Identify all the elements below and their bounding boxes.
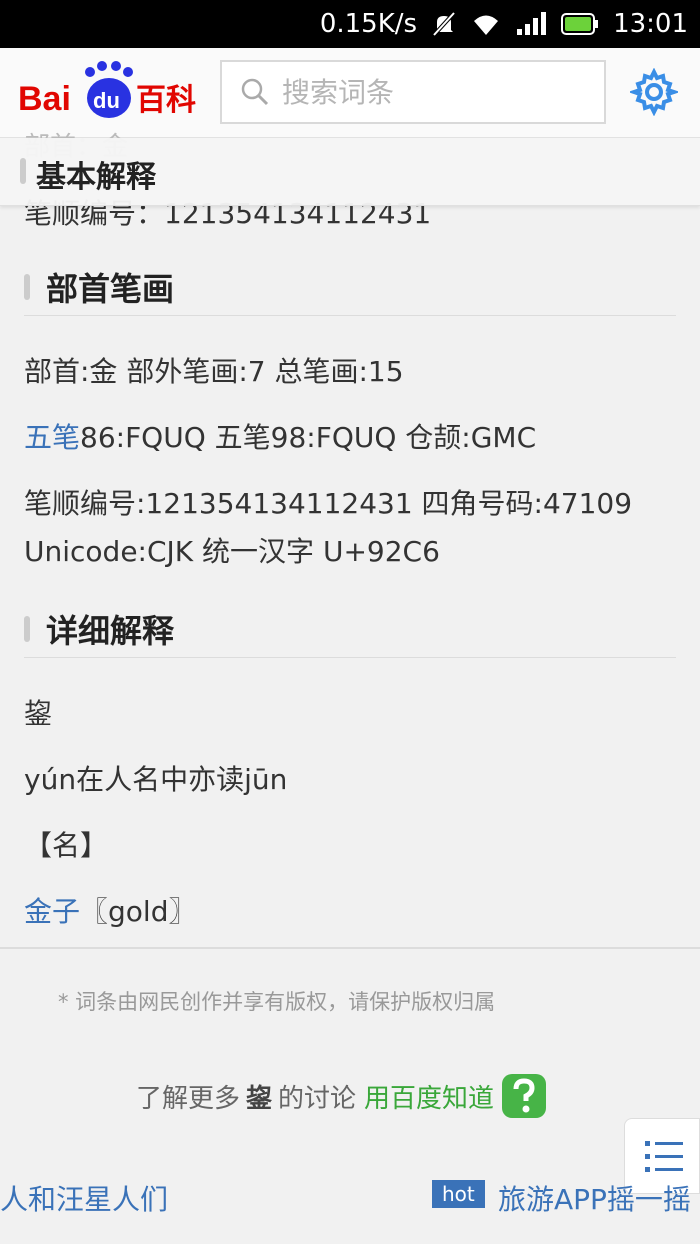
section-marker — [20, 158, 26, 184]
sticky-section-header[interactable]: 基本解释 — [0, 138, 700, 206]
section-title: 详细解释 — [46, 612, 175, 650]
section-marker — [24, 616, 30, 642]
settings-gear-icon[interactable] — [630, 68, 678, 116]
svg-text:du: du — [93, 88, 120, 113]
section-marker — [24, 274, 30, 300]
svg-text:百科: 百科 — [136, 83, 196, 118]
wifi-icon — [471, 11, 501, 37]
stroke-order-info: 笔顺编号:121354134112431 四角号码:47109 — [24, 487, 633, 520]
news-ticker[interactable]: 人和汪星人们 hot 旅游APP摇一摇 — [0, 1168, 700, 1228]
app-header: Bai du 百科 — [0, 48, 700, 138]
part-of-speech: 【名】 — [24, 829, 109, 862]
section-header-detail: 详细解释 — [24, 598, 676, 658]
hot-badge: hot — [432, 1180, 485, 1208]
copyright-notice: * 词条由网民创作并享有版权，请保护版权归属 — [58, 990, 496, 1014]
zhidao-keyword: 鋆 — [246, 1083, 273, 1114]
meaning: 金子〖gold〗 — [24, 890, 196, 930]
pinyin: yún在人名中亦读jūn — [24, 763, 288, 796]
svg-text:Bai: Bai — [18, 80, 71, 118]
zhidao-question-icon[interactable] — [500, 1072, 548, 1120]
meaning-link[interactable]: 金子 — [24, 895, 80, 928]
ticker-left-item[interactable]: 人和汪星人们 — [0, 1178, 168, 1218]
ticker-right-item[interactable]: 旅游APP摇一摇 — [498, 1178, 691, 1218]
signal-icon — [515, 11, 547, 37]
zhidao-prefix: 了解更多 — [136, 1083, 241, 1114]
zhidao-link[interactable]: 用百度知道 — [364, 1078, 494, 1115]
meaning-english: 〖gold〗 — [80, 895, 197, 928]
clock: 13:01 — [613, 9, 688, 39]
zhidao-suffix: 的讨论 — [278, 1083, 357, 1114]
network-speed: 0.15K/s — [319, 9, 418, 39]
sticky-title: 基本解释 — [36, 160, 156, 195]
search-icon — [241, 78, 269, 106]
character: 鋆 — [24, 697, 53, 730]
mute-icon — [431, 11, 457, 37]
section-header-radical: 部首笔画 — [24, 256, 676, 316]
divider — [0, 947, 700, 949]
unicode-info: Unicode:CJK 统一汉字 U+92C6 — [24, 535, 440, 568]
section-title: 部首笔画 — [46, 270, 175, 308]
status-bar: 0.15K/s 13:01 — [0, 0, 700, 48]
wubi-link[interactable]: 五笔 — [24, 421, 80, 454]
battery-icon — [561, 12, 599, 36]
search-box[interactable] — [220, 60, 606, 124]
search-input[interactable] — [282, 75, 582, 109]
radical-info: 部首:金 部外笔画:7 总笔画:15 — [24, 355, 404, 388]
zhidao-promo[interactable]: 了解更多 鋆 的讨论 用百度知道 — [136, 1072, 548, 1120]
input-codes: 五笔86:FQUQ 五笔98:FQUQ 仓颉:GMC — [24, 416, 536, 456]
baidu-baike-logo[interactable]: Bai du 百科 — [18, 58, 203, 126]
input-codes-text: 86:FQUQ 五笔98:FQUQ 仓颉:GMC — [80, 421, 537, 454]
